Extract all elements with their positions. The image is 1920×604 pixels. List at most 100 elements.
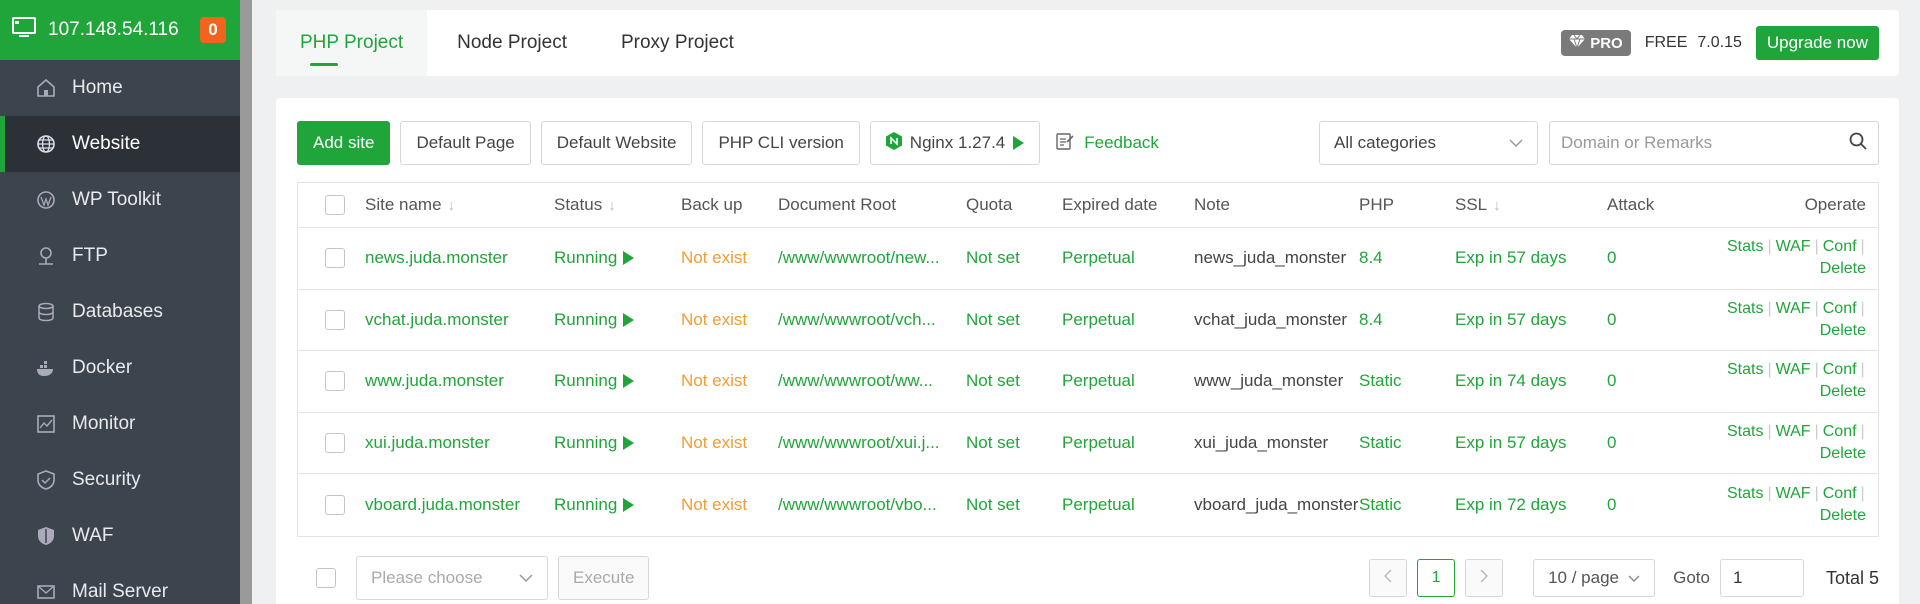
footer-select-all-checkbox[interactable]: [316, 568, 336, 588]
sidebar-resize-handle[interactable]: [240, 0, 252, 604]
quota-link[interactable]: Not set: [966, 310, 1062, 330]
status-toggle[interactable]: Running: [554, 248, 681, 268]
sidebar-item-mail-server[interactable]: Mail Server: [0, 564, 240, 604]
ssl-link[interactable]: Exp in 57 days: [1455, 433, 1607, 453]
page-number-button[interactable]: 1: [1417, 559, 1456, 597]
php-version-link[interactable]: Static: [1359, 433, 1455, 453]
sidebar-item-security[interactable]: Security: [0, 452, 240, 508]
document-root-link[interactable]: /www/wwwroot/vch...: [778, 310, 966, 330]
sidebar-item-website[interactable]: Website: [0, 116, 240, 172]
php-version-link[interactable]: Static: [1359, 495, 1455, 515]
note-field[interactable]: vchat_juda_monster: [1194, 310, 1359, 330]
sidebar-item-ftp[interactable]: FTP: [0, 228, 240, 284]
expired-date-link[interactable]: Perpetual: [1062, 433, 1194, 453]
php-version-link[interactable]: 8.4: [1359, 248, 1455, 268]
attack-count[interactable]: 0: [1607, 433, 1727, 453]
backup-link[interactable]: Not exist: [681, 248, 778, 268]
delete-link[interactable]: Delete: [1820, 383, 1866, 400]
sidebar-item-wp-toolkit[interactable]: WP Toolkit: [0, 172, 240, 228]
prev-page-button[interactable]: [1369, 559, 1408, 597]
default-page-button[interactable]: Default Page: [400, 121, 531, 165]
conf-link[interactable]: Conf: [1823, 423, 1857, 440]
note-field[interactable]: www_juda_monster: [1194, 371, 1359, 391]
waf-link[interactable]: WAF: [1776, 238, 1811, 255]
waf-link[interactable]: WAF: [1776, 485, 1811, 502]
execute-button[interactable]: Execute: [558, 556, 650, 600]
expired-date-link[interactable]: Perpetual: [1062, 371, 1194, 391]
status-toggle[interactable]: Running: [554, 433, 681, 453]
tab-proxy-project[interactable]: Proxy Project: [591, 10, 758, 76]
select-all-checkbox[interactable]: [324, 195, 345, 215]
attack-count[interactable]: 0: [1607, 248, 1727, 268]
row-checkbox[interactable]: [324, 494, 345, 515]
header-site-name[interactable]: Site name ↓: [365, 195, 554, 215]
page-size-select[interactable]: 10 / page: [1533, 559, 1656, 597]
status-toggle[interactable]: Running: [554, 310, 681, 330]
waf-link[interactable]: WAF: [1776, 300, 1811, 317]
header-status[interactable]: Status ↓: [554, 195, 681, 215]
header-ssl[interactable]: SSL ↓: [1455, 195, 1607, 215]
sidebar-item-docker[interactable]: Docker: [0, 340, 240, 396]
site-name-link[interactable]: www.juda.monster: [365, 371, 554, 391]
sidebar-item-databases[interactable]: Databases: [0, 284, 240, 340]
backup-link[interactable]: Not exist: [681, 371, 778, 391]
quota-link[interactable]: Not set: [966, 248, 1062, 268]
backup-link[interactable]: Not exist: [681, 433, 778, 453]
attack-count[interactable]: 0: [1607, 371, 1727, 391]
document-root-link[interactable]: /www/wwwroot/new...: [778, 248, 966, 268]
row-checkbox[interactable]: [324, 248, 345, 269]
batch-action-select[interactable]: Please choose: [356, 556, 548, 600]
search-input[interactable]: [1561, 133, 1849, 153]
stats-link[interactable]: Stats: [1727, 361, 1763, 378]
site-name-link[interactable]: vboard.juda.monster: [365, 495, 554, 515]
sidebar-item-monitor[interactable]: Monitor: [0, 396, 240, 452]
ssl-link[interactable]: Exp in 72 days: [1455, 495, 1607, 515]
expired-date-link[interactable]: Perpetual: [1062, 495, 1194, 515]
ssl-link[interactable]: Exp in 57 days: [1455, 310, 1607, 330]
delete-link[interactable]: Delete: [1820, 260, 1866, 277]
search-icon[interactable]: [1849, 132, 1867, 155]
stats-link[interactable]: Stats: [1727, 423, 1763, 440]
quota-link[interactable]: Not set: [966, 371, 1062, 391]
feedback-link[interactable]: Feedback: [1056, 132, 1159, 155]
row-checkbox[interactable]: [324, 371, 345, 392]
sidebar-item-home[interactable]: Home: [0, 60, 240, 116]
quota-link[interactable]: Not set: [966, 433, 1062, 453]
document-root-link[interactable]: /www/wwwroot/ww...: [778, 371, 966, 391]
category-select[interactable]: All categories: [1319, 121, 1538, 165]
conf-link[interactable]: Conf: [1823, 300, 1857, 317]
delete-link[interactable]: Delete: [1820, 445, 1866, 462]
stats-link[interactable]: Stats: [1727, 485, 1763, 502]
ssl-link[interactable]: Exp in 74 days: [1455, 371, 1607, 391]
tab-php-project[interactable]: PHP Project: [276, 10, 428, 76]
php-version-link[interactable]: 8.4: [1359, 310, 1455, 330]
nginx-button[interactable]: Nginx 1.27.4: [869, 121, 1041, 165]
site-name-link[interactable]: news.juda.monster: [365, 248, 554, 268]
attack-count[interactable]: 0: [1607, 495, 1727, 515]
note-field[interactable]: xui_juda_monster: [1194, 433, 1359, 453]
expired-date-link[interactable]: Perpetual: [1062, 310, 1194, 330]
conf-link[interactable]: Conf: [1823, 361, 1857, 378]
waf-link[interactable]: WAF: [1776, 361, 1811, 378]
sidebar-item-waf[interactable]: WAF: [0, 508, 240, 564]
note-field[interactable]: vboard_juda_monster: [1194, 495, 1359, 515]
conf-link[interactable]: Conf: [1823, 485, 1857, 502]
row-checkbox[interactable]: [324, 309, 345, 330]
tab-node-project[interactable]: Node Project: [427, 10, 591, 76]
php-version-link[interactable]: Static: [1359, 371, 1455, 391]
default-website-button[interactable]: Default Website: [540, 121, 693, 165]
pro-badge[interactable]: PRO: [1561, 30, 1631, 56]
notification-badge[interactable]: 0: [200, 17, 226, 43]
note-field[interactable]: news_juda_monster: [1194, 248, 1359, 268]
stats-link[interactable]: Stats: [1727, 300, 1763, 317]
site-name-link[interactable]: xui.juda.monster: [365, 433, 554, 453]
site-name-link[interactable]: vchat.juda.monster: [365, 310, 554, 330]
expired-date-link[interactable]: Perpetual: [1062, 248, 1194, 268]
waf-link[interactable]: WAF: [1776, 423, 1811, 440]
goto-page-input[interactable]: 1: [1719, 559, 1804, 597]
conf-link[interactable]: Conf: [1823, 238, 1857, 255]
document-root-link[interactable]: /www/wwwroot/vbo...: [778, 495, 966, 515]
delete-link[interactable]: Delete: [1820, 507, 1866, 524]
quota-link[interactable]: Not set: [966, 495, 1062, 515]
stats-link[interactable]: Stats: [1727, 238, 1763, 255]
